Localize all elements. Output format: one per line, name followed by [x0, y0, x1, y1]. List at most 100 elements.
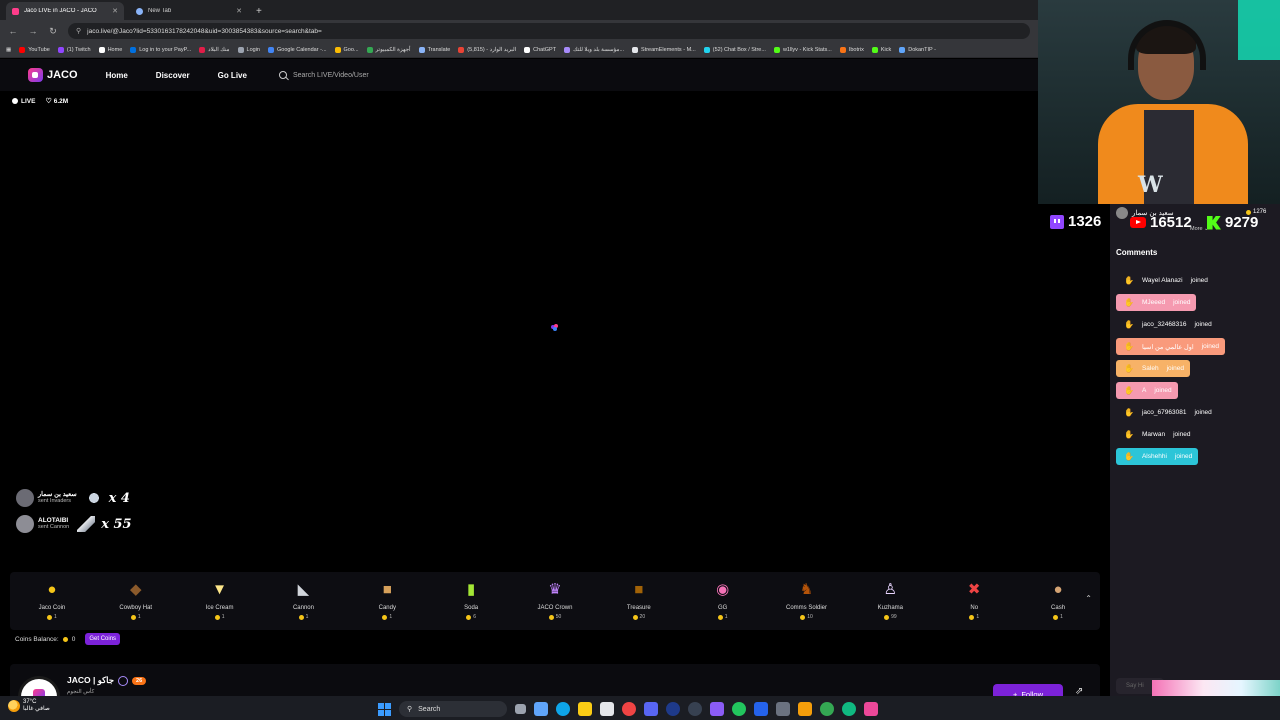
close-icon[interactable]: ✕: [236, 7, 242, 15]
bookmark-favicon-icon: [564, 46, 571, 53]
wave-hand-icon[interactable]: ✋: [1124, 342, 1134, 351]
taskbar-search[interactable]: ⚲ Search: [399, 701, 507, 717]
bookmark-favicon-icon: [130, 46, 137, 53]
gift-item[interactable]: ◉ GG 1: [681, 580, 765, 620]
gift-item[interactable]: ✖ No 1: [932, 580, 1016, 620]
nav-discover[interactable]: Discover: [156, 71, 190, 80]
gift-item[interactable]: ■ Treasure 20: [597, 580, 681, 620]
edge-icon[interactable]: [556, 702, 570, 716]
app-grid-icon[interactable]: [710, 702, 724, 716]
site-search[interactable]: Search LIVE/Video/User: [278, 71, 369, 79]
obs-icon[interactable]: [688, 702, 702, 716]
jaco-logo[interactable]: JACO: [28, 68, 78, 82]
bookmark-item[interactable]: البريد الوارد - (5,815): [458, 46, 516, 53]
windows-start-icon[interactable]: [378, 702, 391, 716]
spotify-icon[interactable]: [732, 702, 746, 716]
bookmark-label: Home: [107, 46, 123, 53]
bookmark-item[interactable]: YouTube: [19, 46, 50, 53]
bookmark-item[interactable]: Translate: [418, 46, 450, 53]
streamer-name[interactable]: JACO | جاكو: [67, 675, 114, 686]
bookmark-item[interactable]: StreamElements - M...: [632, 46, 696, 53]
bookmark-item[interactable]: Ibotrix: [839, 46, 864, 53]
sun-icon: [8, 700, 20, 712]
comment-user[interactable]: jaco_32468316: [1142, 321, 1186, 328]
gift-price-value: 1: [389, 614, 393, 620]
close-icon[interactable]: ✕: [112, 7, 118, 15]
microsoft-store-icon[interactable]: [600, 702, 614, 716]
bookmark-item[interactable]: w1llyv - Kick Stats...: [773, 46, 832, 53]
wave-hand-icon[interactable]: ✋: [1124, 364, 1134, 373]
comment-user[interactable]: MJeeed: [1142, 299, 1165, 306]
bookmark-item[interactable]: Login: [237, 46, 260, 53]
gift-item[interactable]: ▮ Soda 6: [429, 580, 513, 620]
more-dropdown[interactable]: More ⌄: [1190, 226, 1209, 232]
bookmark-item[interactable]: Kick: [871, 46, 891, 53]
back-arrow-icon[interactable]: ←: [8, 26, 18, 36]
chrome-icon[interactable]: [622, 702, 636, 716]
balance-label: Coins Balance:: [15, 635, 59, 643]
weather-widget[interactable]: 37°C صافي غالبا: [8, 699, 50, 713]
chrome-icon[interactable]: [820, 702, 834, 716]
site-info-icon[interactable]: ⚲: [76, 27, 81, 35]
reload-icon[interactable]: ↻: [48, 26, 58, 37]
gift-item[interactable]: ◆ Cowboy Hat 1: [94, 580, 178, 620]
gift-item[interactable]: ◣ Cannon 1: [262, 580, 346, 620]
bookmark-item[interactable]: ChatGPT: [524, 46, 556, 53]
gift-item[interactable]: ● Jaco Coin 1: [10, 580, 94, 620]
app-icon[interactable]: [776, 702, 790, 716]
app-icon[interactable]: [754, 702, 768, 716]
file-explorer-icon[interactable]: [578, 702, 592, 716]
comment-user[interactable]: اول عالمي من اسيا: [1142, 343, 1194, 351]
bookmark-item[interactable]: أجهزة الكمبيوتر: [366, 46, 411, 53]
get-coins-button[interactable]: Get Coins: [85, 633, 121, 645]
gift-item[interactable]: ♛ JACO Crown 50: [513, 580, 597, 620]
bookmark-favicon-icon: [366, 46, 373, 53]
forward-arrow-icon[interactable]: →: [28, 26, 38, 36]
streamer-name-row: JACO | جاكو 26: [67, 675, 147, 686]
wave-hand-icon[interactable]: ✋: [1124, 386, 1134, 395]
bookmark-item[interactable]: Google Calendar -...: [267, 46, 327, 53]
gift-name: Cowboy Hat: [119, 605, 153, 611]
widgets-icon[interactable]: [534, 702, 548, 716]
bookmark-item[interactable]: (52) Chat Box / Stre...: [703, 46, 766, 53]
wave-hand-icon[interactable]: ✋: [1124, 298, 1134, 307]
nav-home[interactable]: Home: [106, 71, 128, 80]
bookmark-item[interactable]: مؤسسة بلد ويلا للتك...: [564, 46, 624, 53]
nav-go-live[interactable]: Go Live: [218, 71, 247, 80]
gift-item[interactable]: ▼ Ice Cream 1: [178, 580, 262, 620]
gift-item[interactable]: ♞ Comms Soldier 10: [765, 580, 849, 620]
bookmark-item[interactable]: Log in to your PayP...: [130, 46, 191, 53]
comment-user[interactable]: Marwan: [1142, 431, 1165, 438]
search-input[interactable]: Search LIVE/Video/User: [293, 72, 369, 79]
bookmark-item[interactable]: منك البلاد: [199, 46, 230, 53]
comment-user[interactable]: Wayel Alanazi: [1142, 277, 1183, 284]
gift-item[interactable]: ■ Candy 1: [345, 580, 429, 620]
wave-hand-icon[interactable]: ✋: [1124, 430, 1134, 439]
tiktok-icon[interactable]: [864, 702, 878, 716]
gift-item[interactable]: ♙ Kuzhama 99: [848, 580, 932, 620]
browser-tab-new[interactable]: New Tab ✕: [130, 2, 248, 20]
comment-user[interactable]: Alshehhi: [1142, 453, 1167, 460]
apps-grid-icon[interactable]: ▦: [6, 47, 11, 53]
bookmark-item[interactable]: (1) Twitch: [57, 46, 91, 53]
browser-tab-active[interactable]: Jaco LIVE in JACO - JACO ✕: [6, 2, 124, 20]
discord-icon[interactable]: [644, 702, 658, 716]
bookmark-item[interactable]: Home: [98, 46, 123, 53]
bookmark-item[interactable]: Goo...: [334, 46, 359, 53]
chevron-up-icon[interactable]: ⌃: [1085, 594, 1092, 603]
comment-user[interactable]: A: [1142, 387, 1146, 394]
windows-taskbar: 37°C صافي غالبا ⚲ Search: [0, 696, 1280, 720]
url-bar[interactable]: ⚲ jaco.live/@Jaco?lid=5330163178242048&u…: [68, 23, 1030, 39]
new-tab-button[interactable]: +: [256, 6, 262, 17]
comment-user[interactable]: jaco_67963081: [1142, 409, 1186, 416]
wave-hand-icon[interactable]: ✋: [1124, 452, 1134, 461]
steam-icon[interactable]: [666, 702, 680, 716]
app-icon[interactable]: [842, 702, 856, 716]
wave-hand-icon[interactable]: ✋: [1124, 320, 1134, 329]
task-view-icon[interactable]: [515, 704, 526, 714]
comment-user[interactable]: Saleh: [1142, 365, 1159, 372]
wave-hand-icon[interactable]: ✋: [1124, 408, 1134, 417]
wave-hand-icon[interactable]: ✋: [1124, 276, 1134, 285]
bookmark-item[interactable]: DokanTIP -: [899, 46, 936, 53]
app-icon[interactable]: [798, 702, 812, 716]
